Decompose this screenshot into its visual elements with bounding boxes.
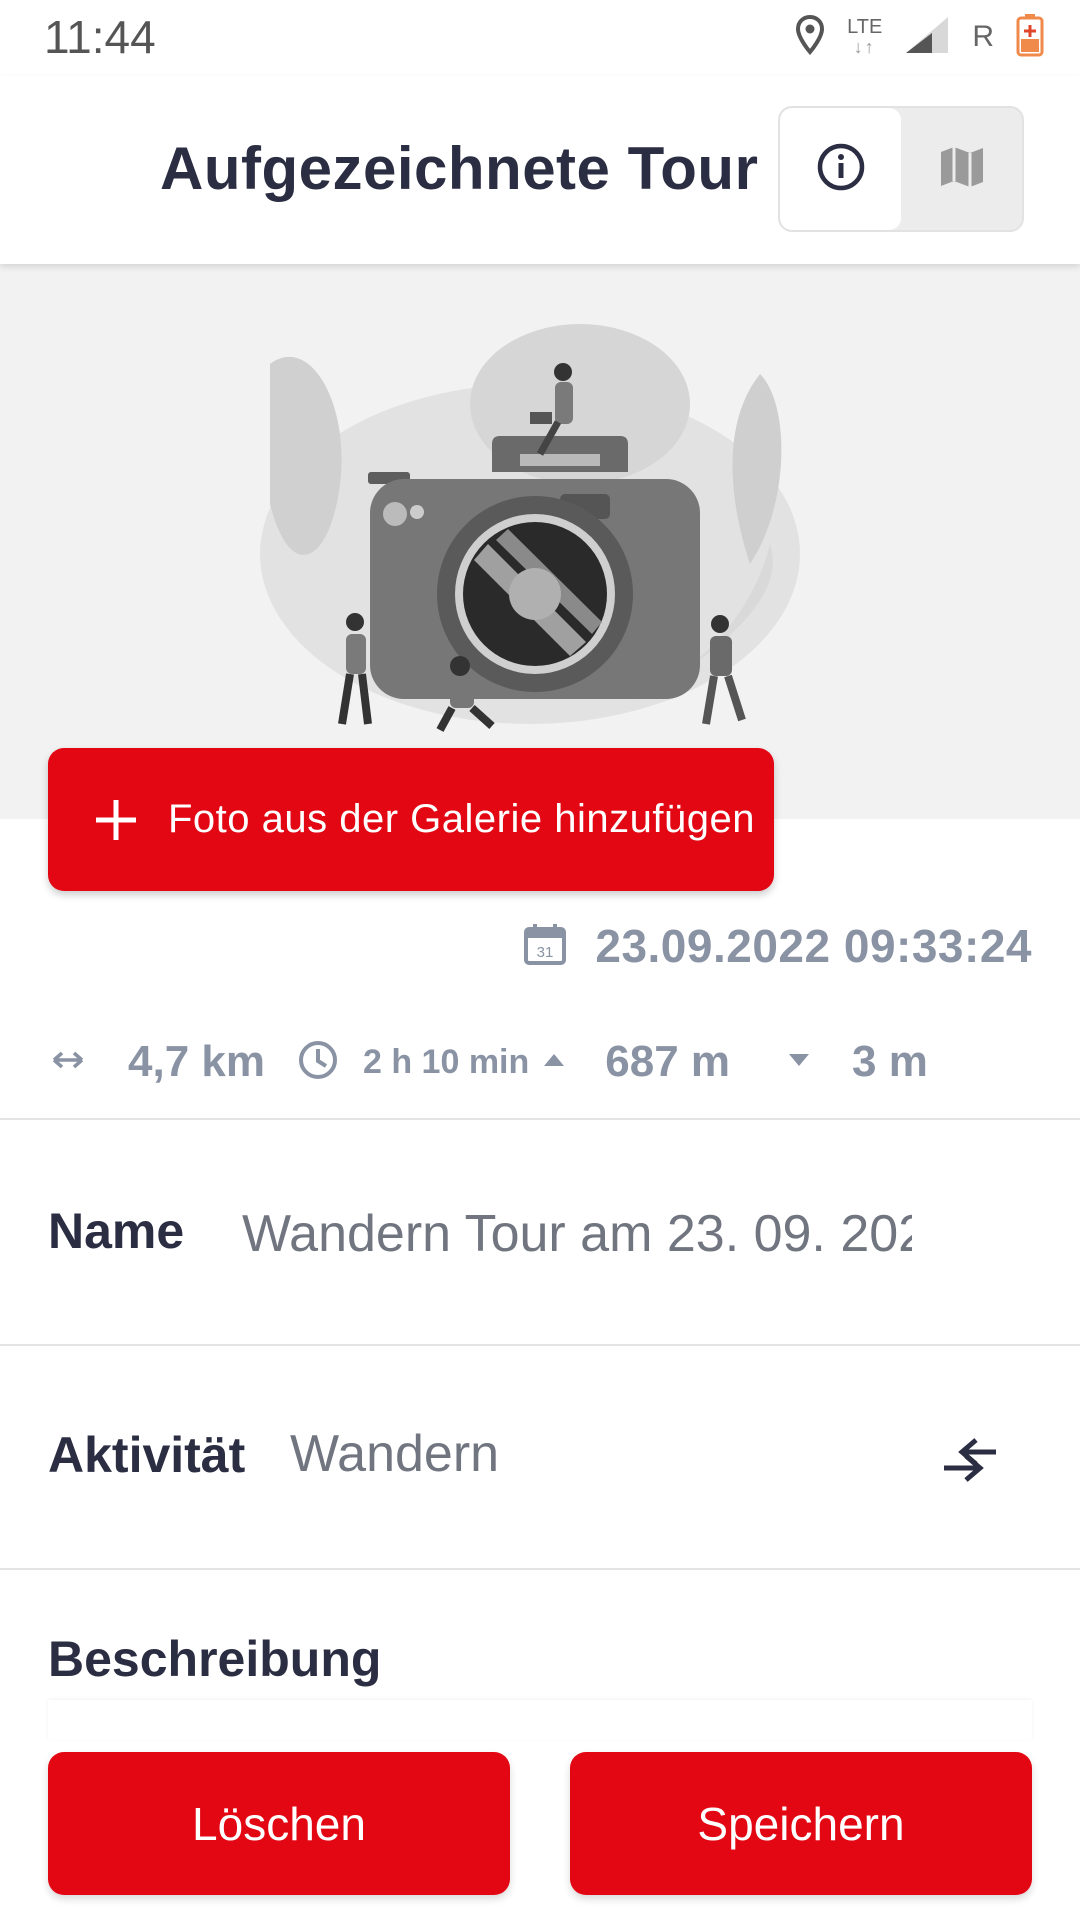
page-title: Aufgezeichnete Tour	[160, 135, 759, 202]
battery-icon	[1016, 13, 1044, 62]
location-icon	[795, 14, 825, 60]
duration-value: 2 h 10 min	[362, 1042, 530, 1081]
info-icon	[816, 142, 866, 197]
descent-icon	[788, 1053, 810, 1072]
distance-icon	[50, 1048, 86, 1077]
map-icon	[937, 142, 987, 197]
divider	[0, 1118, 1080, 1120]
tour-stats: 4,7 km 2 h 10 min 687 m 3 m	[50, 1030, 928, 1094]
activity-label: Aktivität	[48, 1427, 246, 1483]
status-icons: LTE ↓↑ R	[795, 12, 1044, 62]
tour-datetime: 23.09.2022 09:33:24	[595, 920, 1032, 972]
status-time: 11:44	[44, 11, 156, 63]
divider	[0, 1344, 1080, 1346]
name-input[interactable]: Wandern Tour am 23. 09. 2022	[242, 1204, 912, 1264]
add-photo-label: Foto aus der Galerie hinzufügen	[168, 797, 755, 841]
tour-photo-placeholder	[0, 264, 1080, 819]
roaming-indicator: R	[972, 20, 994, 53]
ascent-value: 687 m	[605, 1037, 731, 1086]
activity-value[interactable]: Wandern	[290, 1424, 790, 1484]
descent-value: 3 m	[852, 1037, 928, 1086]
app-header: Aufgezeichnete Tour	[0, 76, 1080, 264]
distance-value: 4,7 km	[128, 1037, 265, 1086]
ascent-icon	[543, 1053, 565, 1072]
description-label: Beschreibung	[48, 1631, 382, 1687]
network-type: LTE	[847, 16, 883, 38]
calendar-day: 31	[537, 944, 554, 961]
data-arrows-icon: ↓↑	[853, 37, 876, 57]
info-tab-button[interactable]	[780, 108, 901, 230]
name-label: Name	[48, 1203, 185, 1259]
description-input[interactable]	[48, 1700, 1032, 1740]
status-bar: 11:44 LTE ↓↑ R	[0, 0, 1080, 76]
map-tab-button[interactable]	[901, 108, 1022, 230]
divider	[0, 1568, 1080, 1570]
view-toggle	[778, 106, 1024, 232]
add-photo-button[interactable]: Foto aus der Galerie hinzufügen	[48, 748, 774, 891]
signal-icon	[904, 15, 950, 60]
calendar-icon: 31	[523, 922, 567, 971]
camera-illustration	[260, 324, 800, 732]
plus-icon	[86, 790, 146, 850]
swap-icon[interactable]	[936, 1432, 1002, 1493]
clock-icon	[297, 1039, 339, 1086]
network-indicator: LTE ↓↑	[847, 17, 882, 57]
tour-date: 31 23.09.2022 09:33:24	[523, 916, 1032, 976]
delete-button[interactable]: Löschen	[48, 1752, 510, 1895]
save-button[interactable]: Speichern	[570, 1752, 1032, 1895]
